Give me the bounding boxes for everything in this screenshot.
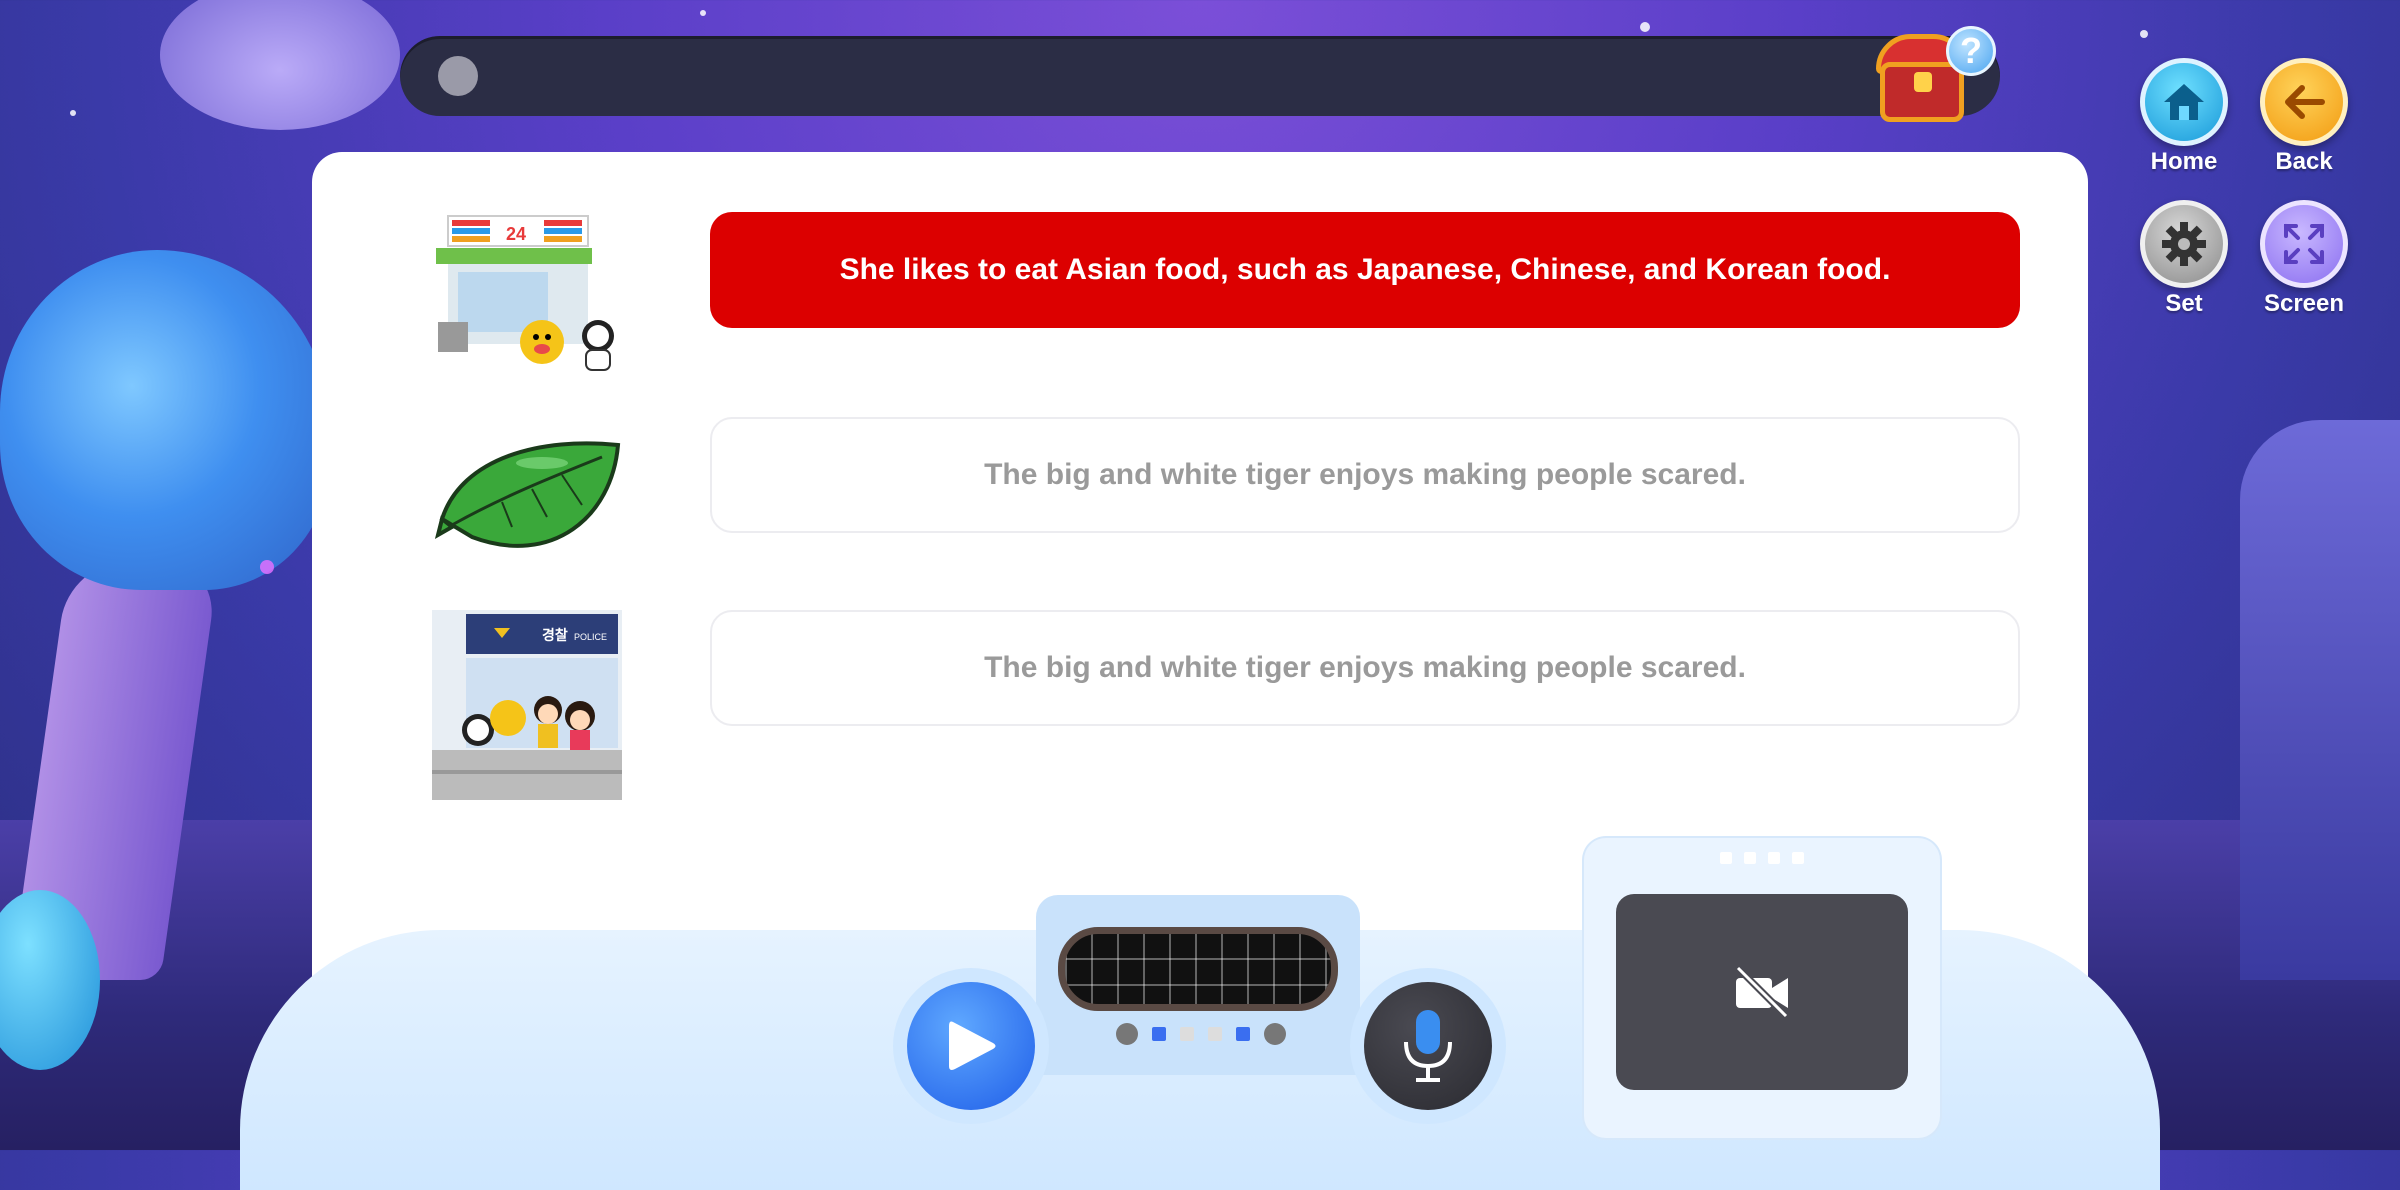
help-icon[interactable]: ? (1946, 26, 1996, 76)
sentence-text[interactable]: The big and white tiger enjoys making pe… (710, 610, 2020, 726)
fullscreen-icon[interactable] (2260, 200, 2348, 288)
dot (1152, 1027, 1166, 1041)
sentence-row[interactable]: The big and white tiger enjoys making pe… (432, 417, 2020, 607)
home-label: Home (2150, 148, 2218, 175)
screen-button[interactable]: Screen (2244, 200, 2364, 318)
chest-body (1880, 62, 1964, 122)
dot (1264, 1023, 1286, 1045)
dot (1116, 1023, 1138, 1045)
police-sign-english: POLICE (574, 632, 607, 642)
sentence-text[interactable]: She likes to eat Asian food, such as Jap… (710, 212, 2020, 328)
star (1640, 22, 1650, 32)
convenience-store-illustration: 24 (436, 215, 614, 371)
camera-preview[interactable] (1616, 894, 1908, 1090)
play-icon[interactable] (907, 982, 1035, 1110)
settings-label: Set (2165, 290, 2203, 317)
record-button[interactable] (1350, 968, 1506, 1124)
back-button[interactable]: Back (2244, 58, 2364, 176)
green-leaf-illustration (434, 441, 621, 548)
play-button[interactable] (893, 968, 1049, 1124)
home-icon[interactable] (2140, 58, 2228, 146)
star (2140, 30, 2148, 38)
progress-bar (400, 36, 2000, 116)
camera-off-icon[interactable] (1732, 964, 1792, 1020)
speaker-panel (1036, 895, 1360, 1075)
camera-indicator-dots (1720, 852, 1804, 864)
background-rock (2240, 420, 2400, 980)
star (70, 110, 76, 116)
dot (1236, 1027, 1250, 1041)
police-station-illustration: 경찰 POLICE (432, 610, 622, 800)
speaker-grill (1058, 927, 1338, 1011)
store-sign: 24 (506, 224, 526, 244)
star (260, 560, 274, 574)
page-dots (1116, 1023, 1286, 1045)
treasure-chest-help[interactable]: ? (1870, 26, 1996, 126)
back-label: Back (2275, 148, 2333, 175)
sentence-text[interactable]: The big and white tiger enjoys making pe… (710, 417, 2020, 533)
arrow-left-icon[interactable] (2260, 58, 2348, 146)
progress-indicator (438, 56, 478, 96)
background-planet (160, 0, 400, 130)
police-sign-korean: 경찰 (542, 627, 568, 644)
microphone-icon[interactable] (1364, 982, 1492, 1110)
camera-panel (1584, 838, 1940, 1138)
background-mushroom-cap (0, 250, 330, 590)
settings-button[interactable]: Set (2124, 200, 2244, 318)
gear-icon[interactable] (2140, 200, 2228, 288)
dot (1180, 1027, 1194, 1041)
sentence-row[interactable]: 24 She likes to eat Asian food, such as … (432, 212, 2020, 402)
sentence-row[interactable]: 경찰 POLICE The big and white tiger enjoys… (432, 610, 2020, 800)
screen-label: Screen (2263, 290, 2345, 317)
star (700, 10, 706, 16)
chest-lock-icon (1914, 72, 1932, 92)
home-button[interactable]: Home (2124, 58, 2244, 176)
dot (1208, 1027, 1222, 1041)
